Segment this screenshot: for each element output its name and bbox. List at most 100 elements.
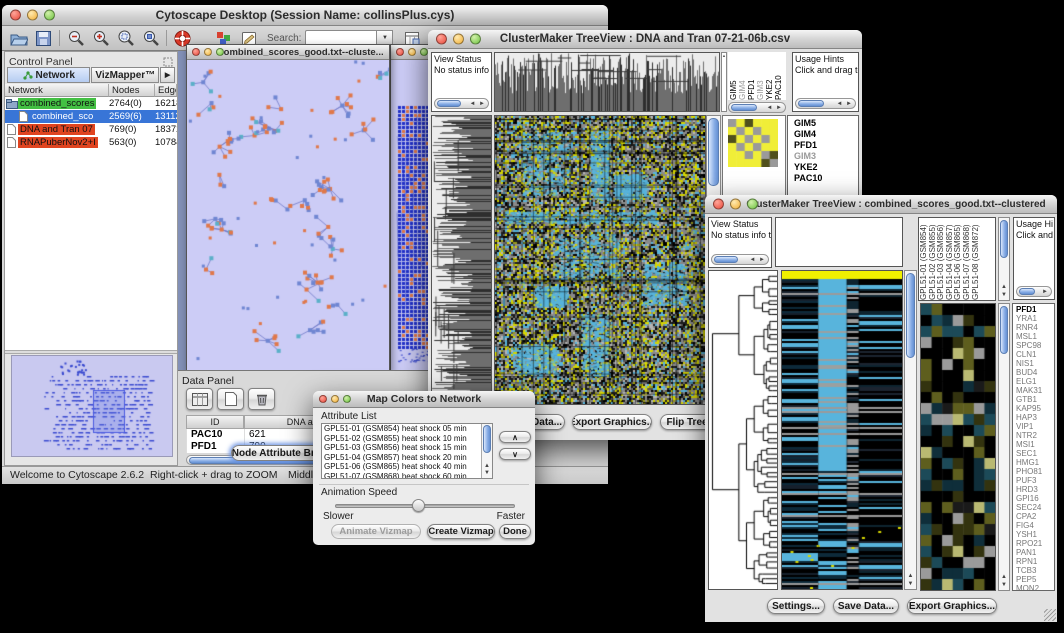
slider-thumb[interactable] <box>412 499 425 512</box>
attribute-list-item[interactable]: GPL51-06 (GSM865) heat shock 40 min <box>322 462 492 472</box>
scrollbar-thumb[interactable] <box>798 100 824 107</box>
animate-vizmap-button[interactable]: Animate Vizmap <box>331 524 421 539</box>
zoom-button[interactable] <box>420 48 428 56</box>
attribute-list-item[interactable]: GPL51-01 (GSM854) heat shock 05 min <box>322 424 492 434</box>
network-window-titlebar[interactable]: combined_scores_good.txt--cluste... <box>187 45 389 60</box>
minimize-button[interactable] <box>331 395 339 403</box>
zoom-button[interactable] <box>44 10 55 21</box>
network-list-row[interactable]: combined_sco2569(6)13112(15) <box>5 110 177 123</box>
scrollbar-thumb[interactable] <box>1000 306 1008 354</box>
tv1-label-vscrollbar[interactable]: ▲ <box>721 52 727 112</box>
scroll-down-arrow[interactable]: ▼ <box>999 582 1009 589</box>
export-graphics-button[interactable]: Export Graphics... <box>907 598 997 614</box>
tv1-mini-heatmap[interactable] <box>728 119 778 167</box>
settings-button[interactable]: Settings... <box>767 598 825 614</box>
network-list-row[interactable]: RNAPuberNov2+I563(0)107847(0) <box>5 136 177 149</box>
float-panel-icon[interactable] <box>163 54 173 72</box>
scrollbar-thumb[interactable] <box>714 256 738 263</box>
minimize-button[interactable] <box>408 48 416 56</box>
zoom-in-button[interactable] <box>88 28 113 49</box>
open-session-button[interactable] <box>6 28 31 49</box>
tv2-left-dendrogram[interactable] <box>708 270 778 590</box>
tv1-left-dendrogram[interactable] <box>431 115 492 405</box>
close-button[interactable] <box>436 34 447 45</box>
scroll-up-arrow[interactable]: ▲ <box>999 574 1009 581</box>
tv2-top-dendrogram-area[interactable] <box>775 217 903 267</box>
dialog-titlebar[interactable]: Map Colors to Network <box>313 391 535 408</box>
minimize-button[interactable] <box>204 48 212 56</box>
tv1-heatmap[interactable] <box>494 115 706 405</box>
scroll-down-arrow[interactable]: ▼ <box>999 292 1009 299</box>
scrollbar-thumb[interactable] <box>1019 288 1035 295</box>
tab-network[interactable]: Network <box>7 67 90 83</box>
network-list-row[interactable]: DNA and Tran 07769(0)183728(0) <box>5 123 177 136</box>
scroll-down-arrow[interactable]: ▼ <box>905 581 916 588</box>
attribute-list-item[interactable]: GPL51-03 (GSM856) heat shock 15 min <box>322 443 492 453</box>
column-header-edges[interactable]: Edges <box>155 84 177 97</box>
close-button[interactable] <box>319 395 327 403</box>
zoom-fit-button[interactable] <box>138 28 163 49</box>
minimize-button[interactable] <box>453 34 464 45</box>
move-down-button[interactable]: ∨ <box>499 448 531 460</box>
resize-grip[interactable] <box>1044 609 1056 621</box>
scrollbar-thumb[interactable] <box>708 118 719 186</box>
attribute-select-button[interactable] <box>186 388 213 410</box>
zoom-button[interactable] <box>216 48 224 56</box>
scroll-down-arrow[interactable]: ▼ <box>482 470 492 477</box>
attribute-list[interactable]: GPL51-01 (GSM854) heat shock 05 minGPL51… <box>321 423 493 479</box>
new-attribute-button[interactable] <box>217 388 244 410</box>
done-button[interactable]: Done <box>499 524 531 539</box>
create-vizmap-button[interactable]: Create Vizmap <box>427 524 495 539</box>
save-session-button[interactable] <box>31 28 56 49</box>
scrollbar-thumb[interactable] <box>437 100 461 107</box>
tv2-heatmap[interactable] <box>781 270 903 590</box>
scrollbar-thumb[interactable] <box>1000 220 1008 258</box>
close-button[interactable] <box>192 48 200 56</box>
tv1-top-dendrogram[interactable] <box>494 52 720 112</box>
attribute-list-vscrollbar[interactable]: ▲ ▼ <box>481 424 492 478</box>
minimize-button[interactable] <box>27 10 38 21</box>
scroll-up-arrow[interactable]: ▲ <box>999 284 1009 291</box>
attribute-list-item[interactable]: GPL51-07 (GSM868) heat shock 60 min <box>322 472 492 480</box>
attribute-list-item[interactable]: GPL51-02 (GSM855) heat shock 10 min <box>322 434 492 444</box>
treeview1-titlebar[interactable]: ClusterMaker TreeView : DNA and Tran 07-… <box>428 30 862 49</box>
network-list-row[interactable]: combined_scores2764(0)16218(0) <box>5 97 177 110</box>
minimize-button[interactable] <box>730 199 741 210</box>
close-button[interactable] <box>10 10 21 21</box>
export-graphics-button[interactable]: Export Graphics... <box>572 414 652 430</box>
tv2-detail-vscrollbar[interactable]: ▲ ▼ <box>998 303 1010 591</box>
cytoscape-titlebar[interactable]: Cytoscape Desktop (Session Name: collins… <box>2 5 608 26</box>
scrollbar-thumb[interactable] <box>906 273 915 358</box>
panel-splitter[interactable] <box>5 350 177 354</box>
tv2-detail-heatmap[interactable] <box>920 303 996 591</box>
move-up-button[interactable]: ∧ <box>499 431 531 443</box>
scrollbar-thumb[interactable] <box>483 425 491 453</box>
view-status-hscrollbar[interactable]: ◄ ► <box>434 98 489 109</box>
close-button[interactable] <box>713 199 724 210</box>
zoom-out-button[interactable] <box>63 28 88 49</box>
tv2-heatmap-vscrollbar[interactable]: ▲ ▼ <box>904 270 917 590</box>
close-button[interactable] <box>396 48 404 56</box>
tab-vizmapper[interactable]: VizMapper™ <box>91 67 159 83</box>
scroll-up-arrow[interactable]: ▲ <box>482 463 492 470</box>
usage-hints-hscrollbar[interactable]: ◄ ► <box>795 98 856 109</box>
zoom-button[interactable] <box>343 395 351 403</box>
column-header-network[interactable]: Network <box>5 84 109 97</box>
view-status-hscrollbar[interactable]: ◄ ► <box>711 254 769 265</box>
zoom-selected-button[interactable] <box>113 28 138 49</box>
delete-attribute-button[interactable] <box>248 388 275 410</box>
data-column-id[interactable]: ID <box>186 415 244 429</box>
scrollbar-thumb[interactable] <box>731 104 757 111</box>
zoom-button[interactable] <box>747 199 758 210</box>
birdseye-view[interactable] <box>11 355 173 457</box>
column-header-nodes[interactable]: Nodes <box>109 84 155 97</box>
network-canvas-1[interactable] <box>187 60 389 372</box>
save-data-button[interactable]: Save Data... <box>833 598 899 614</box>
zoom-button[interactable] <box>470 34 481 45</box>
usage-hints-hscrollbar[interactable]: ► <box>1016 286 1052 297</box>
scroll-up-arrow[interactable]: ▲ <box>905 573 916 580</box>
attribute-list-item[interactable]: GPL51-04 (GSM857) heat shock 20 min <box>322 453 492 463</box>
tv1-labels-hscrollbar[interactable]: ◄ ► <box>728 102 786 113</box>
tv2-labels-vscrollbar[interactable]: ▲ ▼ <box>998 217 1010 301</box>
treeview2-titlebar[interactable]: ClusterMaker TreeView : combined_scores_… <box>705 195 1057 214</box>
